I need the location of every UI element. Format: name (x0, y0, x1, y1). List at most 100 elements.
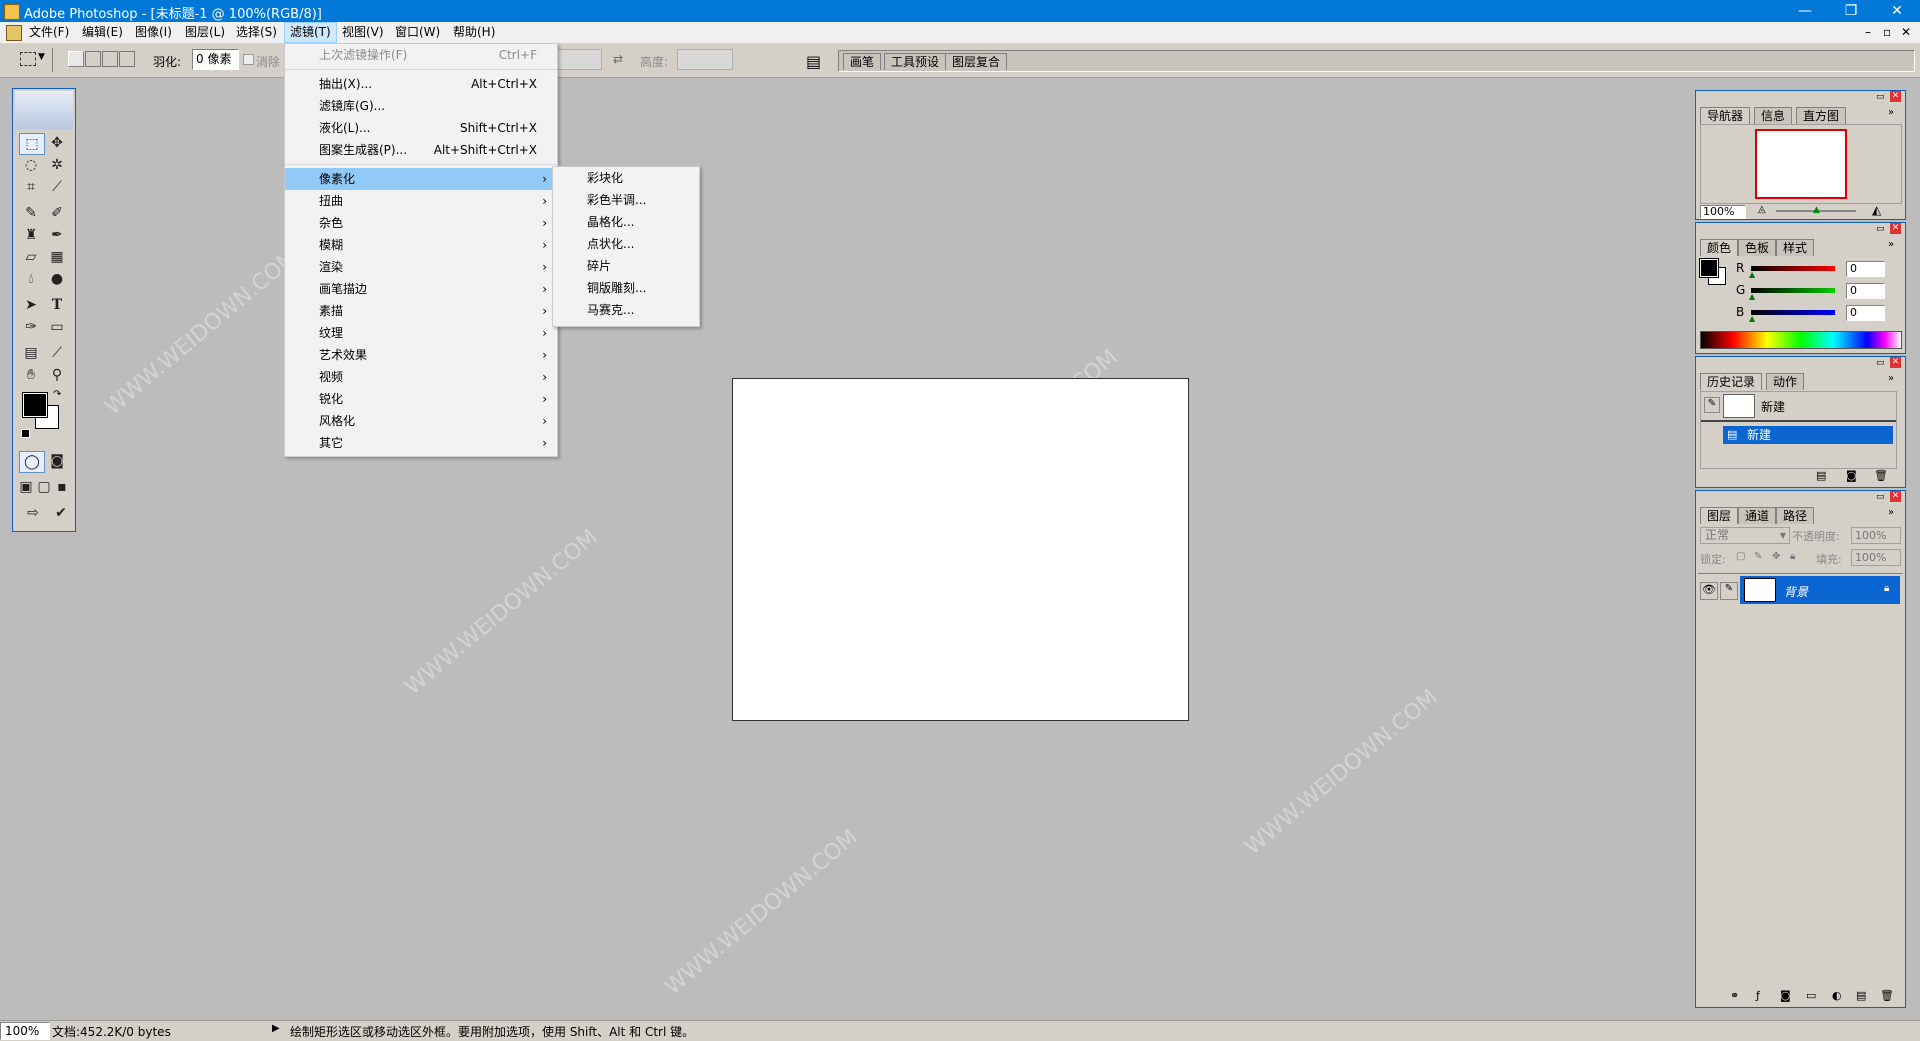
menu-view[interactable]: 视图(V) (337, 22, 389, 43)
tab-histogram[interactable]: 直方图 (1796, 107, 1847, 124)
channel-b-thumb[interactable]: ▲ (1749, 314, 1755, 323)
menu-file[interactable]: 文件(F) (24, 22, 74, 43)
antialias-checkbox[interactable] (243, 54, 254, 65)
menu-item-distort[interactable]: 扭曲 › (285, 190, 557, 212)
well-tab-brushes[interactable]: 画笔 (843, 53, 882, 70)
navigator-zoom-field[interactable]: 100% (1700, 205, 1746, 219)
layer-row[interactable]: 👁︎ ✎ 背景 🔒︎ (1698, 576, 1903, 604)
menu-filter[interactable]: 滤镜(T) (284, 22, 337, 43)
menu-item-texture[interactable]: 纹理 › (285, 322, 557, 344)
pen-tool-icon[interactable]: ✑ (19, 317, 43, 337)
hand-tool-icon[interactable]: ✋︎ (19, 365, 43, 385)
gradient-tool-icon[interactable]: ▦ (45, 247, 69, 267)
restore-button[interactable]: ❐ (1828, 0, 1874, 22)
new-selection-icon[interactable] (68, 51, 84, 67)
channel-g-slider[interactable] (1751, 288, 1835, 293)
menu-item-liquify[interactable]: 液化(L)... Shift+Ctrl+X (285, 117, 557, 139)
tab-navigator[interactable]: 导航器 (1700, 107, 1751, 124)
tab-actions[interactable]: 动作 (1766, 373, 1805, 390)
lock-position-icon[interactable]: ✥ (1772, 551, 1780, 562)
eraser-tool-icon[interactable]: ▱ (19, 247, 43, 267)
panel-menu-icon[interactable]: » (1888, 373, 1894, 384)
channel-g-thumb[interactable]: ▲ (1749, 292, 1755, 301)
menu-item-filter-gallery[interactable]: 滤镜库(G)... (285, 95, 557, 117)
submenu-item-pointillize[interactable]: 点状化... (553, 233, 699, 255)
menu-layer[interactable]: 图层(L) (180, 22, 230, 43)
tab-paths[interactable]: 路径 (1776, 507, 1815, 524)
submenu-item-mezzotint[interactable]: 铜版雕刻... (553, 277, 699, 299)
submenu-item-crystallize[interactable]: 晶格化... (553, 211, 699, 233)
menu-help[interactable]: 帮助(H) (448, 22, 500, 43)
panel-close-icon[interactable]: ✕ (1890, 91, 1901, 102)
link-layers-icon[interactable]: ⚭ (1730, 989, 1739, 1002)
jump-to-imageready-icon[interactable]: ⇨ (19, 503, 47, 523)
new-layer-icon[interactable]: ▤ (1856, 989, 1866, 1002)
panel-minimize-button[interactable]: ▭ (1876, 492, 1885, 502)
tab-swatches[interactable]: 色板 (1738, 239, 1777, 256)
menu-item-noise[interactable]: 杂色 › (285, 212, 557, 234)
menu-item-video[interactable]: 视频 › (285, 366, 557, 388)
layer-mask-icon[interactable]: ◙ (1780, 989, 1791, 1002)
menu-select[interactable]: 选择(S) (231, 22, 282, 43)
healing-brush-tool-icon[interactable]: ✎ (19, 203, 43, 223)
tab-styles[interactable]: 样式 (1776, 239, 1815, 256)
menu-window[interactable]: 窗口(W) (390, 22, 445, 43)
blur-tool-icon[interactable]: 💧︎ (19, 269, 43, 289)
channel-g-input[interactable]: 0 (1846, 283, 1885, 299)
blend-mode-select[interactable]: 正常 ▼ (1700, 527, 1790, 544)
swap-colors-icon[interactable]: ↷ (53, 389, 61, 400)
submenu-item-fragment[interactable]: 碎片 (553, 255, 699, 277)
mdi-close-button[interactable]: ✕ (1896, 22, 1916, 43)
menu-item-sharpen[interactable]: 锐化 › (285, 388, 557, 410)
panel-minimize-button[interactable]: ▭ (1876, 358, 1885, 368)
slice-tool-icon[interactable]: ⟋ (45, 177, 69, 197)
panel-minimize-button[interactable]: ▭ (1876, 224, 1885, 234)
move-tool-icon[interactable]: ✥ (45, 133, 69, 153)
shape-tool-icon[interactable]: ▭ (45, 317, 69, 337)
menu-item-brush-strokes[interactable]: 画笔描边 › (285, 278, 557, 300)
type-tool-icon[interactable]: T (45, 295, 69, 315)
brush-tool-icon[interactable]: ✐ (45, 203, 69, 223)
new-folder-icon[interactable]: ▭ (1806, 989, 1816, 1002)
color-ramp[interactable] (1700, 331, 1902, 349)
lock-transparent-icon[interactable]: ▢ (1736, 551, 1745, 562)
tab-history[interactable]: 历史记录 (1700, 373, 1763, 390)
snapshot-label[interactable]: 新建 (1761, 398, 1785, 415)
menu-edit[interactable]: 编辑(E) (77, 22, 128, 43)
screen-mode-full-icon[interactable]: ▪ (53, 477, 71, 497)
well-tab-layer-comps[interactable]: 图层复合 (945, 53, 1008, 70)
default-colors-icon[interactable] (21, 429, 30, 438)
menu-item-pixelate[interactable]: 像素化 › (285, 168, 557, 190)
panel-menu-icon[interactable]: » (1888, 239, 1894, 250)
status-menu-arrow-icon[interactable]: ▶ (272, 1023, 280, 1034)
document-canvas[interactable] (732, 378, 1189, 721)
navigator-view-box[interactable] (1755, 129, 1847, 199)
opacity-input[interactable]: 100% (1851, 527, 1901, 544)
menu-item-render[interactable]: 渲染 › (285, 256, 557, 278)
brush-link-icon[interactable]: ✎ (1720, 582, 1738, 600)
path-selection-tool-icon[interactable]: ➤ (19, 295, 43, 315)
width-input[interactable] (557, 49, 602, 70)
submenu-item-facet[interactable]: 彩块化 (553, 167, 699, 189)
zoom-slider-thumb[interactable]: ▲ (1813, 205, 1820, 215)
color-fg-swatch[interactable] (1699, 258, 1719, 278)
marquee-preset-icon[interactable] (20, 52, 36, 66)
menu-item-artistic[interactable]: 艺术效果 › (285, 344, 557, 366)
layer-style-icon[interactable]: ƒ (1756, 989, 1760, 1002)
panel-menu-icon[interactable]: » (1888, 107, 1894, 118)
magic-wand-tool-icon[interactable]: ✲ (45, 155, 69, 175)
panel-close-icon[interactable]: ✕ (1890, 491, 1901, 502)
lock-image-icon[interactable]: ✎ (1754, 551, 1762, 562)
tab-channels[interactable]: 通道 (1738, 507, 1777, 524)
menu-item-pattern-maker[interactable]: 图案生成器(P)... Alt+Shift+Ctrl+X (285, 139, 557, 161)
close-button[interactable]: ✕ (1874, 0, 1920, 22)
status-zoom-field[interactable]: 100% (0, 1022, 50, 1040)
menu-image[interactable]: 图像(I) (130, 22, 177, 43)
lock-all-icon[interactable]: 🔒︎ (1790, 551, 1795, 562)
checkmark-icon[interactable]: ✔ (49, 503, 73, 523)
history-state-row[interactable]: ▤ 新建 (1723, 426, 1893, 444)
channel-b-input[interactable]: 0 (1846, 305, 1885, 321)
crop-tool-icon[interactable]: ⌗ (19, 177, 43, 197)
quick-mask-mode-icon[interactable]: ◙ (45, 451, 69, 471)
menu-item-blur[interactable]: 模糊 › (285, 234, 557, 256)
